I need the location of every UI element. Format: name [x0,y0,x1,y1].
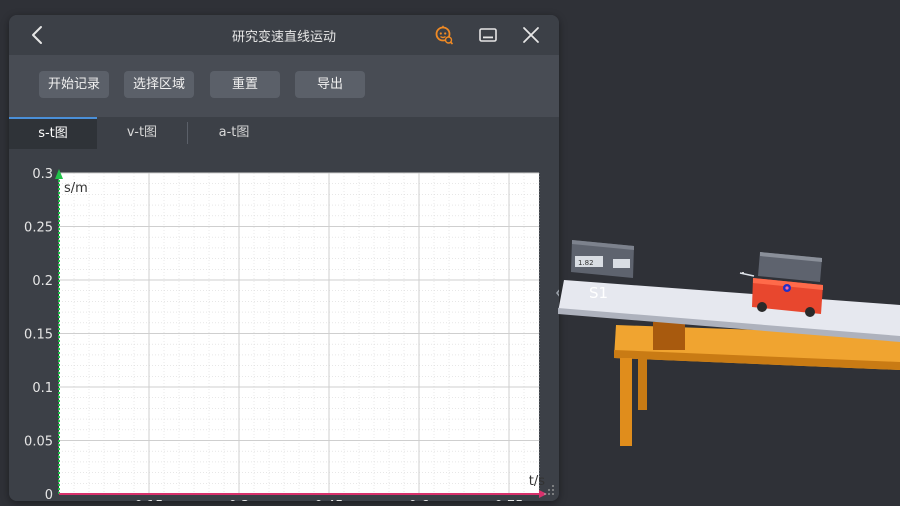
app-background: 研究变速直线运动 开始记录 选择区域 重置 导出 s-t图 v-t图 a-t图 … [0,0,900,506]
resize-grip-dot [552,489,554,491]
simulation-scene: 1.82 S1 [558,240,900,446]
s-t-chart[interactable]: 0 0.05 0.1 0.15 0.2 0.25 0.3 0.15 0.3 0.45 0.6 0.75… [9,149,559,501]
x-tick-label: 0.15 [135,499,164,501]
start-record-button[interactable]: 开始记录 [39,71,109,98]
close-icon[interactable] [521,25,541,45]
tab-s-t[interactable]: s-t图 [9,117,97,149]
graph-panel: 研究变速直线运动 开始记录 选择区域 重置 导出 s-t图 v-t图 a-t图 … [9,15,559,501]
title-bar: 研究变速直线运动 [9,15,559,55]
x-tick-label: 0.6 [409,499,430,501]
graph-tabs: s-t图 v-t图 a-t图 [9,117,559,149]
help-bot-icon[interactable] [434,25,454,45]
x-tick-label: 0.3 [229,499,250,501]
resize-grip-dot [544,493,546,495]
y-tick-label: 0.15 [24,328,53,343]
chart-area: 0 0.05 0.1 0.15 0.2 0.25 0.3 0.15 0.3 0.45 0.6 0.75… [9,149,559,501]
y-axis-label: s/m [64,181,88,196]
y-tick-label: 0.1 [32,381,53,396]
toolbar: 开始记录 选择区域 重置 导出 [9,55,559,117]
export-button[interactable]: 导出 [295,71,365,98]
x-axis-label: t/s [529,474,545,489]
minimize-icon[interactable] [478,25,498,45]
resize-grip-dot [548,489,550,491]
y-tick-label: 0 [45,488,53,501]
select-region-button[interactable]: 选择区域 [124,71,194,98]
table-block [653,322,685,350]
table [614,322,900,446]
y-tick-label: 0.2 [32,274,53,289]
x-tick-label: 0.75 [495,499,524,501]
y-tick-label: 0.25 [24,221,53,236]
sensor-label: S1 [589,284,608,302]
tab-v-t[interactable]: v-t图 [97,117,187,149]
reset-button[interactable]: 重置 [210,71,280,98]
tab-divider [187,122,188,144]
window-title: 研究变速直线运动 [231,30,336,45]
sensor-reading: 1.82 [578,259,594,267]
x-tick-label: 0.45 [315,499,344,501]
y-tick-label: 0.05 [24,435,53,450]
y-tick-label: 0.3 [32,167,53,182]
sensor-s1: 1.82 [571,240,634,278]
resize-grip-dot [552,485,554,487]
resize-grip-dot [548,493,550,495]
resize-grip-dot [552,493,554,495]
tab-a-t[interactable]: a-t图 [189,117,279,149]
